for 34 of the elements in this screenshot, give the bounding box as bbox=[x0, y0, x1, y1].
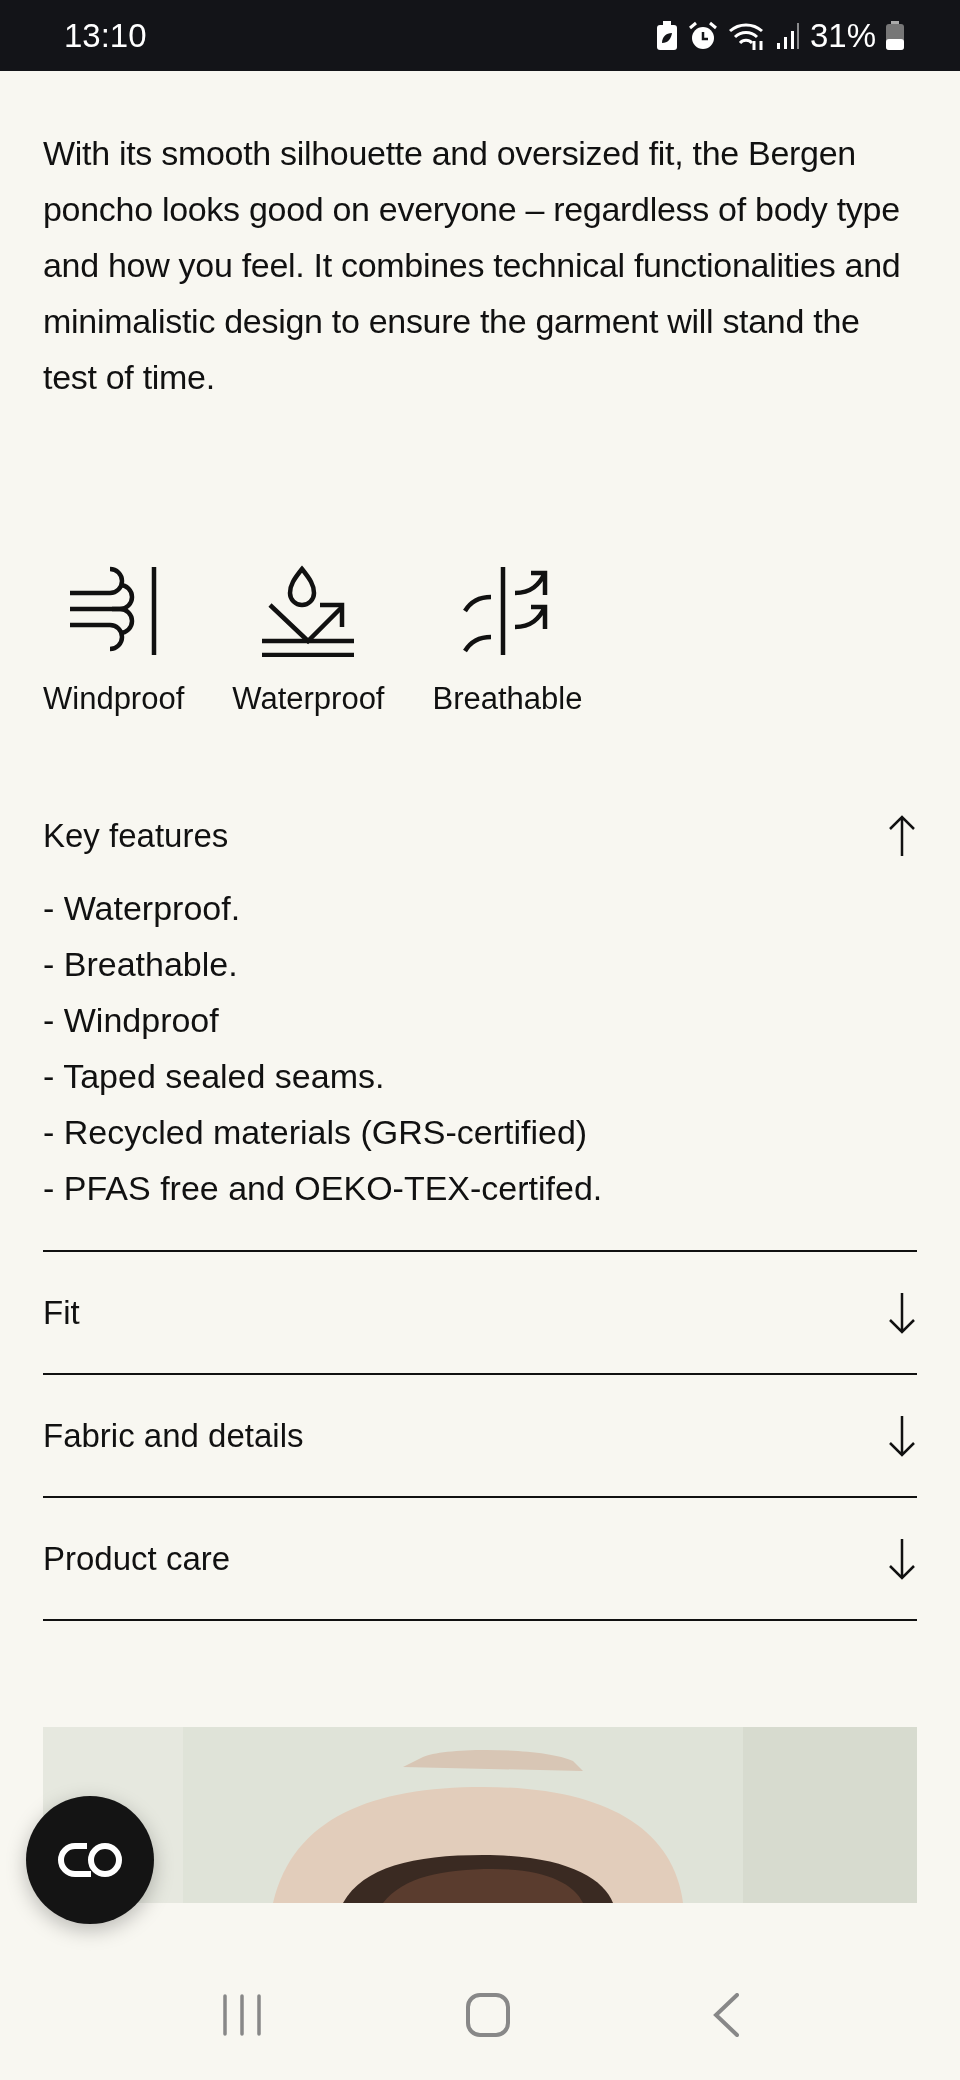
back-icon bbox=[712, 1993, 739, 2037]
floating-button[interactable] bbox=[26, 1796, 154, 1924]
feature-item: - Taped sealed seams. bbox=[43, 1056, 386, 1097]
down-arrow-icon bbox=[887, 1291, 917, 1334]
accordion-header[interactable]: Product care bbox=[43, 1498, 917, 1619]
wifi-icon bbox=[727, 20, 766, 51]
home-button[interactable] bbox=[466, 1993, 510, 2037]
battery-percentage: 31% bbox=[809, 16, 876, 55]
down-arrow-icon bbox=[887, 1537, 917, 1580]
back-button[interactable] bbox=[712, 1993, 739, 2037]
water-drop-icon bbox=[262, 565, 355, 657]
product-description: With its smooth silhouette and oversized fit, the Bergen poncho looks good on everyone – regardless of body type and how you feel. It combines technical functionalities and minimalistic design to ensure the garment will stand the test of time. bbox=[43, 133, 902, 398]
battery-icon bbox=[886, 20, 904, 51]
toggle-icon bbox=[57, 1842, 123, 1878]
accordion-header[interactable]: Fabric and details bbox=[43, 1375, 917, 1496]
home-icon bbox=[466, 1993, 510, 2037]
property-label: Breathable bbox=[432, 681, 583, 717]
accordion-header[interactable]: Fit bbox=[43, 1252, 917, 1373]
accordion-header[interactable]: Key features bbox=[43, 802, 917, 870]
alarm-icon bbox=[687, 20, 718, 51]
battery-saver-icon bbox=[655, 20, 678, 51]
status-time: 13:10 bbox=[64, 16, 148, 55]
recent-apps-button[interactable] bbox=[221, 1994, 264, 2036]
feature-item: - Waterproof. bbox=[43, 888, 242, 929]
property-label: Waterproof bbox=[232, 681, 385, 717]
signal-icon bbox=[775, 20, 800, 51]
feature-item: - Recycled materials (GRS-certified) bbox=[43, 1112, 589, 1153]
property-label: Windproof bbox=[43, 681, 185, 717]
up-arrow-icon bbox=[887, 815, 917, 857]
feature-item: - Breathable. bbox=[43, 944, 239, 985]
recent-apps-icon bbox=[221, 1994, 264, 2036]
feature-item: - Windproof bbox=[43, 1000, 220, 1041]
feature-item: - PFAS free and OEKO-TEX-certifed. bbox=[43, 1168, 604, 1209]
down-arrow-icon bbox=[887, 1414, 917, 1457]
